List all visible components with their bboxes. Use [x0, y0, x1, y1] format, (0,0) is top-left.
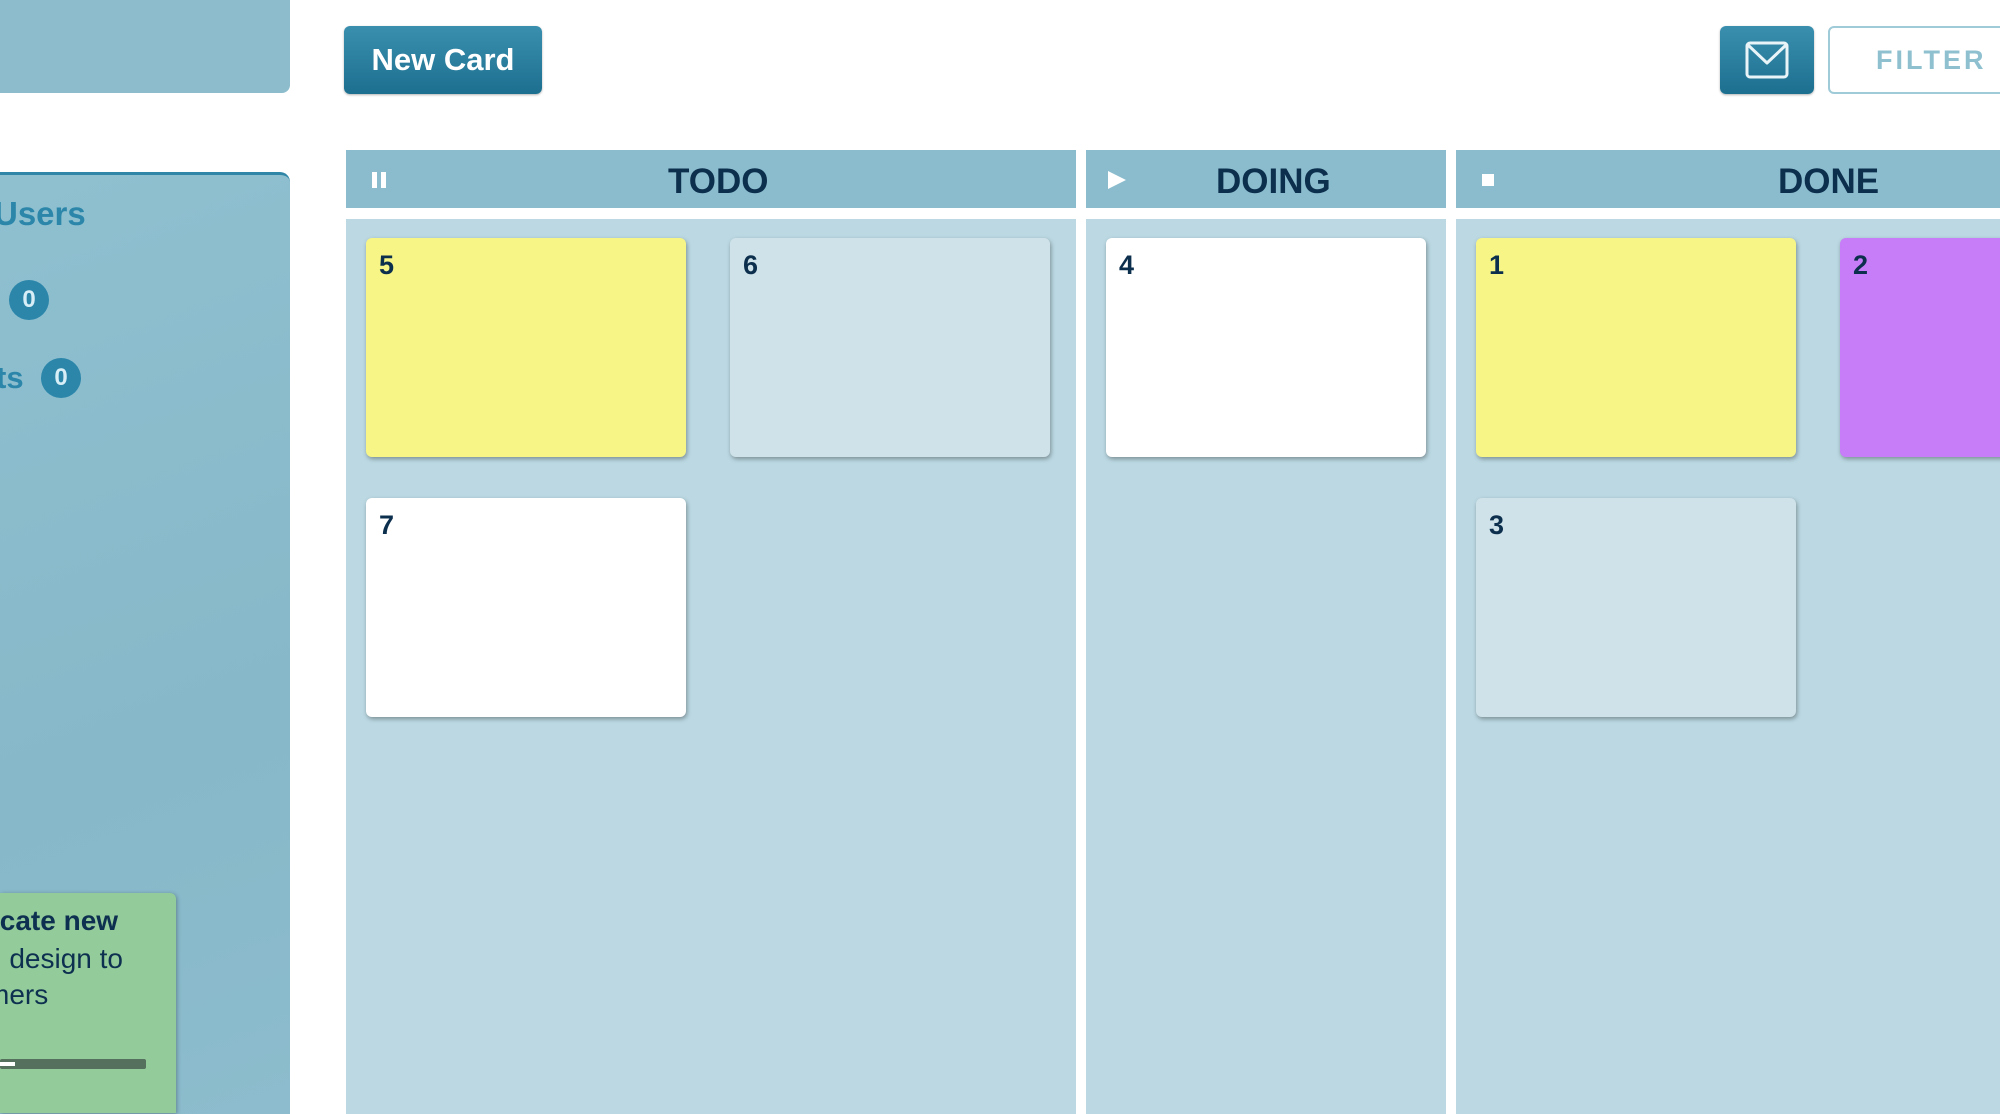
sidebar-note-card[interactable]: icate new d design to mers — [0, 893, 176, 1113]
count-badge: 0 — [9, 280, 49, 320]
card-number: 6 — [743, 250, 759, 280]
filter-button[interactable]: FILTER — [1828, 26, 2000, 94]
column-title: DONE — [1778, 162, 1880, 201]
card[interactable]: 5 — [366, 238, 686, 457]
card-number: 4 — [1119, 250, 1135, 280]
card[interactable]: 6 — [730, 238, 1050, 457]
note-progress-bar — [0, 1059, 146, 1069]
note-title: icate new — [0, 905, 119, 936]
note-progress-fill — [0, 1062, 15, 1066]
stop-icon[interactable] — [1480, 170, 1496, 190]
card[interactable]: 4 — [1106, 238, 1426, 457]
card-number: 3 — [1489, 510, 1505, 540]
card[interactable]: 7 — [366, 498, 686, 717]
note-text-line: d design to — [0, 943, 123, 974]
column-header-doing[interactable]: DOING — [1086, 150, 1446, 208]
card-number: 5 — [379, 250, 395, 280]
play-icon[interactable] — [1106, 170, 1128, 190]
sidebar-row-2[interactable]: ts 0 — [0, 358, 100, 398]
sidebar-top-panel — [0, 0, 290, 93]
note-text-line: mers — [0, 979, 49, 1010]
card-number: 2 — [1853, 250, 1869, 280]
pause-icon[interactable] — [370, 170, 388, 190]
column-header-done[interactable]: DONE — [1456, 150, 2000, 208]
column-body-done: 1 2 3 — [1456, 219, 2000, 1114]
envelope-icon — [1745, 41, 1789, 79]
column-header-todo[interactable]: TODO — [346, 150, 1076, 208]
column-title: DOING — [1216, 162, 1331, 201]
count-badge: 0 — [41, 358, 81, 398]
column-body-todo: 5 6 7 — [346, 219, 1076, 1114]
column-title: TODO — [668, 162, 769, 201]
mail-button[interactable] — [1720, 26, 1814, 94]
sidebar-row-1[interactable]: 0 — [0, 280, 100, 320]
card[interactable]: 2 — [1840, 238, 2000, 457]
new-card-button[interactable]: New Card — [344, 26, 542, 94]
card-number: 7 — [379, 510, 395, 540]
column-body-doing: 4 — [1086, 219, 1446, 1114]
users-heading[interactable]: Users — [0, 195, 86, 233]
sidebar-row-label: ts — [0, 360, 24, 395]
card[interactable]: 3 — [1476, 498, 1796, 717]
card[interactable]: 1 — [1476, 238, 1796, 457]
card-number: 1 — [1489, 250, 1505, 280]
